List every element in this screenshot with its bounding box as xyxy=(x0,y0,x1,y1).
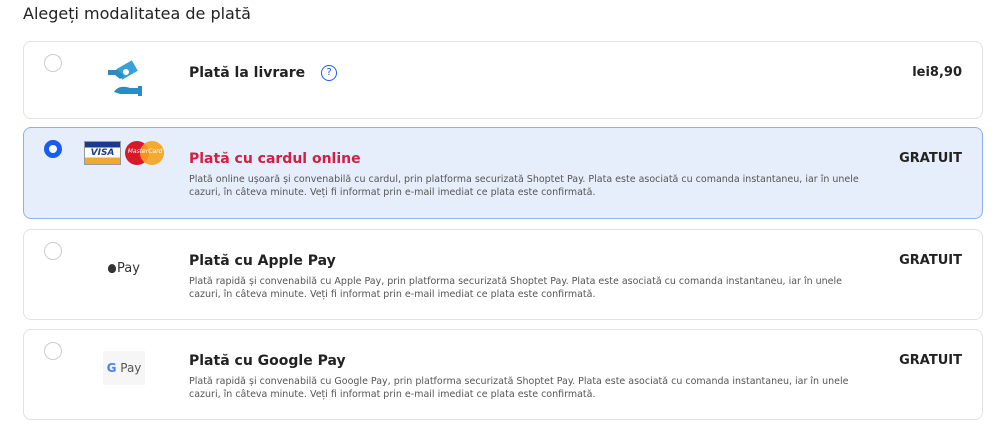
payment-option-card-online[interactable]: VISA MasterCard Plată cu cardul online P… xyxy=(23,127,983,219)
apple-icon xyxy=(108,263,117,273)
payment-option-cash-on-delivery[interactable]: Plată la livrare? lei8,90 xyxy=(23,41,983,119)
option-price: GRATUIT xyxy=(899,151,962,166)
option-price: GRATUIT xyxy=(899,353,962,368)
option-description: Plată rapidă și convenabilă cu Apple Pay… xyxy=(189,276,843,300)
option-price: lei8,90 xyxy=(912,65,962,80)
google-pay-logo: G Pay xyxy=(84,348,164,388)
option-description: Plată rapidă și convenabilă cu Google Pa… xyxy=(189,376,849,400)
google-g-icon: G xyxy=(106,361,117,375)
option-title: Plată la livrare? xyxy=(189,65,338,81)
mastercard-logo: MasterCard xyxy=(125,141,165,165)
option-title: Plată cu Google Pay xyxy=(189,353,346,369)
apple-pay-logo: Pay xyxy=(84,248,164,288)
option-title: Plată cu cardul online xyxy=(189,151,361,167)
radio-button-selected[interactable] xyxy=(44,140,62,158)
section-heading: Alegeți modalitatea de plată xyxy=(23,4,251,23)
option-price: GRATUIT xyxy=(899,253,962,268)
radio-button[interactable] xyxy=(44,54,62,72)
cash-hand-icon xyxy=(84,60,164,100)
radio-button[interactable] xyxy=(44,342,62,360)
visa-logo: VISA xyxy=(84,141,122,165)
radio-button[interactable] xyxy=(44,242,62,260)
card-logos: VISA MasterCard xyxy=(84,138,165,168)
option-title: Plată cu Apple Pay xyxy=(189,253,336,269)
help-icon[interactable]: ? xyxy=(321,65,338,81)
payment-option-google-pay[interactable]: G Pay Plată cu Google Pay Plată rapidă ș… xyxy=(23,329,983,420)
payment-option-apple-pay[interactable]: Pay Plată cu Apple Pay Plată rapidă și c… xyxy=(23,229,983,320)
option-description: Plată online ușoară și convenabilă cu ca… xyxy=(189,174,859,198)
